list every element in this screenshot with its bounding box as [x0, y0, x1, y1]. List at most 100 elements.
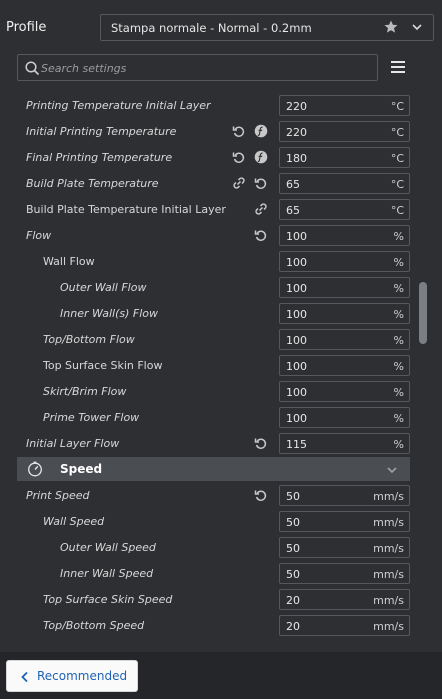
setting-label: Initial Layer Flow — [26, 437, 120, 450]
setting-label: Final Printing Temperature — [26, 151, 173, 164]
setting-row: Inner Wall Speed 50 mm/s — [0, 560, 420, 586]
link-icon[interactable] — [232, 176, 246, 190]
setting-label: Inner Wall Speed — [60, 567, 154, 580]
setting-unit: % — [393, 438, 404, 451]
setting-value-field[interactable]: 100% — [279, 225, 410, 246]
setting-label: Printing Temperature Initial Layer — [26, 99, 211, 112]
setting-value-field[interactable]: 220 °C — [279, 121, 410, 142]
setting-label: Wall Speed — [43, 515, 105, 528]
reset-icon[interactable] — [232, 124, 246, 138]
category-speed[interactable]: Speed — [17, 457, 410, 481]
setting-label: Flow — [26, 229, 52, 242]
setting-value: 65 — [286, 204, 300, 217]
search-box — [17, 54, 378, 81]
setting-value: 115 — [286, 438, 307, 451]
setting-value-field[interactable]: 50 mm/s — [279, 485, 410, 506]
setting-unit: °C — [390, 178, 404, 191]
setting-label: Inner Wall(s) Flow — [60, 307, 159, 320]
setting-value: 20 — [286, 594, 300, 607]
reset-icon[interactable] — [232, 150, 246, 164]
setting-row: Wall Speed 50 mm/s — [0, 508, 420, 534]
setting-row: Top Surface Skin Speed 20 mm/s — [0, 586, 420, 612]
setting-unit: mm/s — [373, 542, 404, 555]
setting-value-field[interactable]: 100% — [279, 381, 410, 402]
setting-label: Prime Tower Flow — [43, 411, 140, 424]
setting-value-field[interactable]: 65 °C — [279, 173, 410, 194]
setting-value-field[interactable]: 50 mm/s — [279, 511, 410, 532]
reset-icon[interactable] — [254, 488, 268, 502]
setting-label: Skirt/Brim Flow — [43, 385, 127, 398]
setting-label: Top/Bottom Flow — [43, 333, 135, 346]
profile-header: Profile Stampa normale - Normal - 0.2mm — [0, 0, 442, 56]
setting-value-field[interactable]: 115% — [279, 433, 410, 454]
profile-label: Profile — [6, 20, 47, 35]
reset-icon[interactable] — [254, 176, 268, 190]
setting-row: Top/Bottom Flow 100% — [0, 326, 420, 352]
setting-value-field[interactable]: 100% — [279, 329, 410, 350]
setting-value: 100 — [286, 360, 307, 373]
setting-value: 100 — [286, 334, 307, 347]
setting-value-field[interactable]: 100% — [279, 303, 410, 324]
favorite-star-icon[interactable] — [383, 19, 399, 35]
setting-row: Flow 100% — [0, 222, 420, 248]
recommended-button[interactable]: Recommended — [6, 660, 138, 692]
setting-value: 100 — [286, 412, 307, 425]
setting-row: Outer Wall Flow 100% — [0, 274, 420, 300]
setting-value-field[interactable]: 180 °C — [279, 147, 410, 168]
setting-value-field[interactable]: 20 mm/s — [279, 615, 410, 636]
setting-label: Top/Bottom Speed — [43, 619, 145, 632]
function-icon[interactable] — [254, 124, 268, 138]
settings-menu-icon[interactable] — [390, 60, 406, 74]
footer-bar: Recommended — [0, 652, 442, 699]
setting-row: Final Printing Temperature 180 °C — [0, 144, 420, 170]
reset-icon[interactable] — [254, 436, 268, 450]
chevron-left-icon — [21, 671, 28, 683]
search-icon — [25, 61, 40, 76]
setting-unit: mm/s — [373, 490, 404, 503]
setting-row: Build Plate Temperature Initial Layer 65… — [0, 196, 420, 222]
setting-unit: % — [393, 360, 404, 373]
link-icon[interactable] — [254, 202, 268, 216]
setting-value-field[interactable]: 50 mm/s — [279, 563, 410, 584]
setting-value-field[interactable]: 50 mm/s — [279, 537, 410, 558]
setting-unit: % — [393, 308, 404, 321]
setting-value-field[interactable]: 65 °C — [279, 199, 410, 220]
setting-label: Top Surface Skin Flow — [43, 359, 163, 372]
setting-unit: % — [393, 230, 404, 243]
setting-label: Wall Flow — [43, 255, 95, 268]
setting-value: 180 — [286, 152, 307, 165]
setting-row: Wall Flow 100% — [0, 248, 420, 274]
setting-value: 100 — [286, 308, 307, 321]
setting-value-field[interactable]: 20 mm/s — [279, 589, 410, 610]
setting-value-field[interactable]: 100% — [279, 277, 410, 298]
chevron-down-icon — [412, 24, 422, 31]
setting-value-field[interactable]: 220 °C — [279, 95, 410, 116]
setting-unit: % — [393, 386, 404, 399]
setting-value: 100 — [286, 282, 307, 295]
setting-value: 100 — [286, 256, 307, 269]
settings-list: Printing Temperature Initial Layer 220 °C… — [0, 90, 442, 652]
profile-dropdown[interactable]: Stampa normale - Normal - 0.2mm — [100, 14, 434, 41]
setting-unit: °C — [390, 100, 404, 113]
reset-icon[interactable] — [254, 228, 268, 242]
search-input[interactable] — [41, 59, 371, 77]
setting-value-field[interactable]: 100% — [279, 355, 410, 376]
setting-value: 100 — [286, 386, 307, 399]
setting-unit: % — [393, 334, 404, 347]
setting-value: 220 — [286, 126, 307, 139]
function-icon[interactable] — [254, 150, 268, 164]
setting-value-field[interactable]: 100% — [279, 251, 410, 272]
setting-unit: mm/s — [373, 568, 404, 581]
setting-unit: °C — [390, 126, 404, 139]
setting-label: Outer Wall Speed — [60, 541, 156, 554]
setting-value: 50 — [286, 568, 300, 581]
setting-label: Top Surface Skin Speed — [43, 593, 173, 606]
setting-row: Initial Layer Flow 115% — [0, 430, 420, 456]
speedometer-icon — [28, 461, 42, 477]
setting-value: 20 — [286, 620, 300, 633]
scrollbar-thumb[interactable] — [419, 282, 427, 344]
setting-row: Outer Wall Speed 50 mm/s — [0, 534, 420, 560]
recommended-button-label: Recommended — [37, 669, 128, 683]
setting-value-field[interactable]: 100% — [279, 407, 410, 428]
setting-unit: % — [393, 256, 404, 269]
